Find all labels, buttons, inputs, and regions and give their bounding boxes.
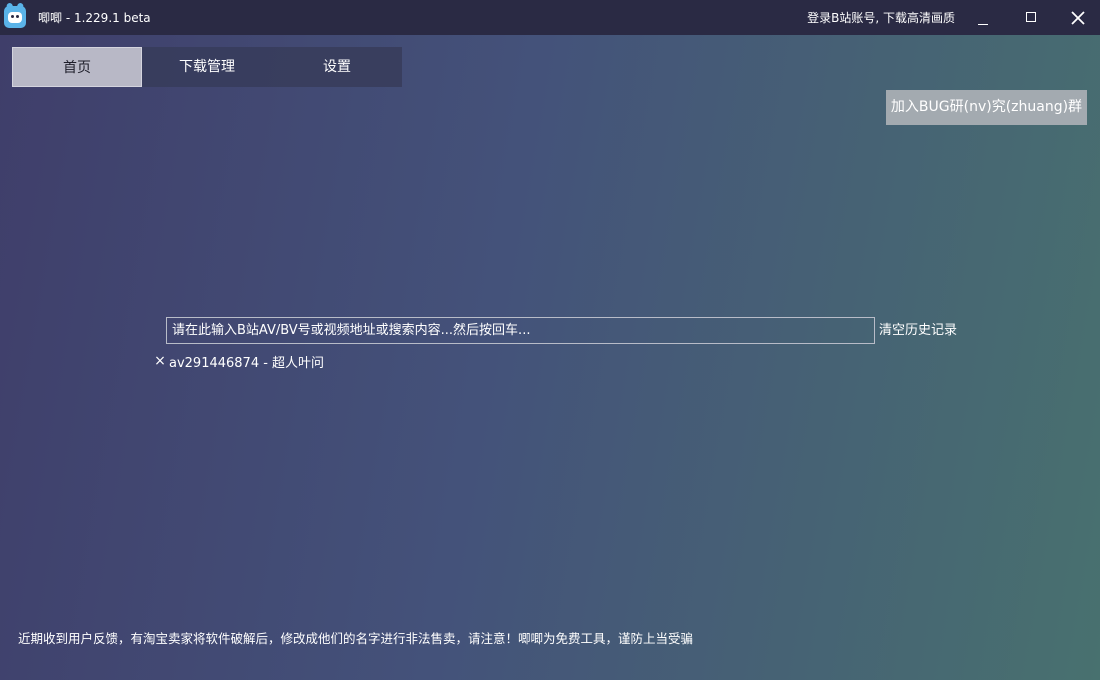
history-item-text[interactable]: av291446874 - 超人叶问 <box>169 352 324 371</box>
remove-icon[interactable]: × <box>153 353 167 369</box>
tab-home[interactable]: 首页 <box>12 47 142 87</box>
tab-settings[interactable]: 设置 <box>272 47 402 87</box>
join-group-button[interactable]: 加入BUG研(nv)究(zhuang)群 <box>886 90 1087 125</box>
close-icon <box>1071 11 1085 25</box>
main-tabs: 首页 下载管理 设置 <box>12 47 402 87</box>
minimize-button[interactable] <box>969 4 999 32</box>
maximize-button[interactable] <box>1017 4 1047 32</box>
history-item: × av291446874 - 超人叶问 <box>153 352 324 371</box>
cat-logo-icon <box>4 2 26 28</box>
close-button[interactable] <box>1063 4 1093 32</box>
login-link[interactable]: 登录B站账号, 下载高清画质 <box>807 10 955 26</box>
tab-download-manager[interactable]: 下载管理 <box>142 47 272 87</box>
search-input[interactable] <box>166 317 875 344</box>
fraud-notice: 近期收到用户反馈，有淘宝卖家将软件破解后，修改成他们的名字进行非法售卖，请注意！… <box>18 631 694 646</box>
minimize-icon <box>978 24 988 25</box>
clear-history-button[interactable]: 清空历史记录 <box>879 322 957 339</box>
title-bar: 唧唧 - 1.229.1 beta 登录B站账号, 下载高清画质 <box>0 0 1100 35</box>
maximize-icon <box>1026 12 1036 22</box>
window-title: 唧唧 - 1.229.1 beta <box>38 11 151 25</box>
